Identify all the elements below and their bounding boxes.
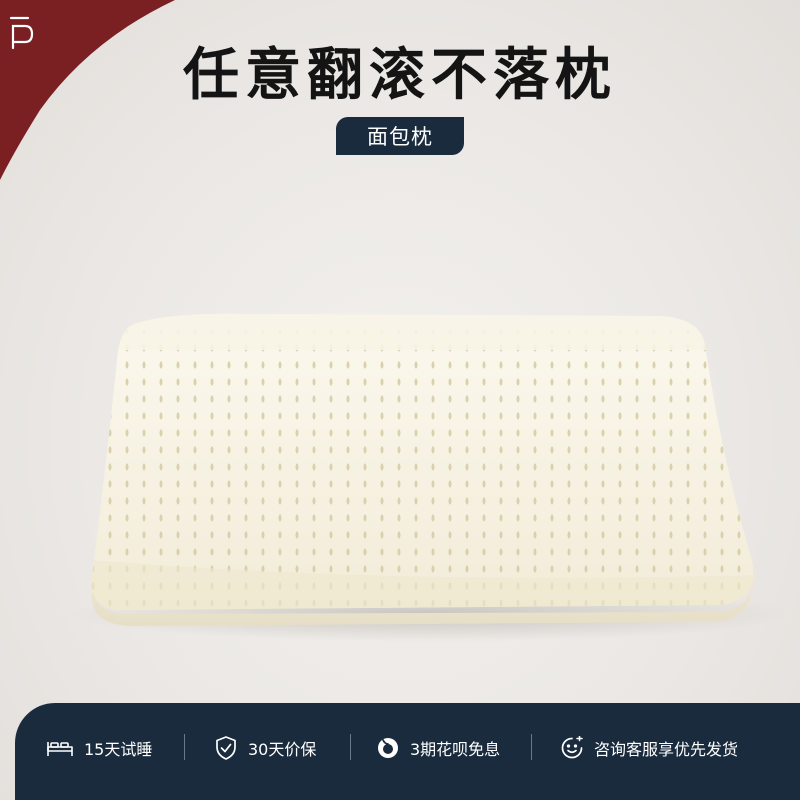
- feature-label: 咨询客服享优先发货: [594, 740, 739, 759]
- installment-icon: [378, 738, 398, 758]
- feature-price-protection: 30天价保: [214, 733, 316, 763]
- divider: [184, 734, 185, 760]
- feature-label: 30天价保: [248, 740, 317, 759]
- divider: [531, 734, 532, 760]
- bed-icon: [47, 742, 73, 756]
- feature-installment: 3期花呗免息: [376, 733, 500, 763]
- customer-service-icon: [561, 736, 583, 759]
- feature-label: 3期花呗免息: [410, 740, 501, 759]
- pillow-image: [70, 313, 790, 642]
- shield-check-icon: [216, 736, 236, 760]
- feature-customer-service[interactable]: 咨询客服享优先发货: [560, 733, 738, 763]
- feature-label: 15天试睡: [84, 740, 153, 759]
- feature-trial: 15天试睡: [46, 733, 152, 763]
- divider: [350, 734, 351, 760]
